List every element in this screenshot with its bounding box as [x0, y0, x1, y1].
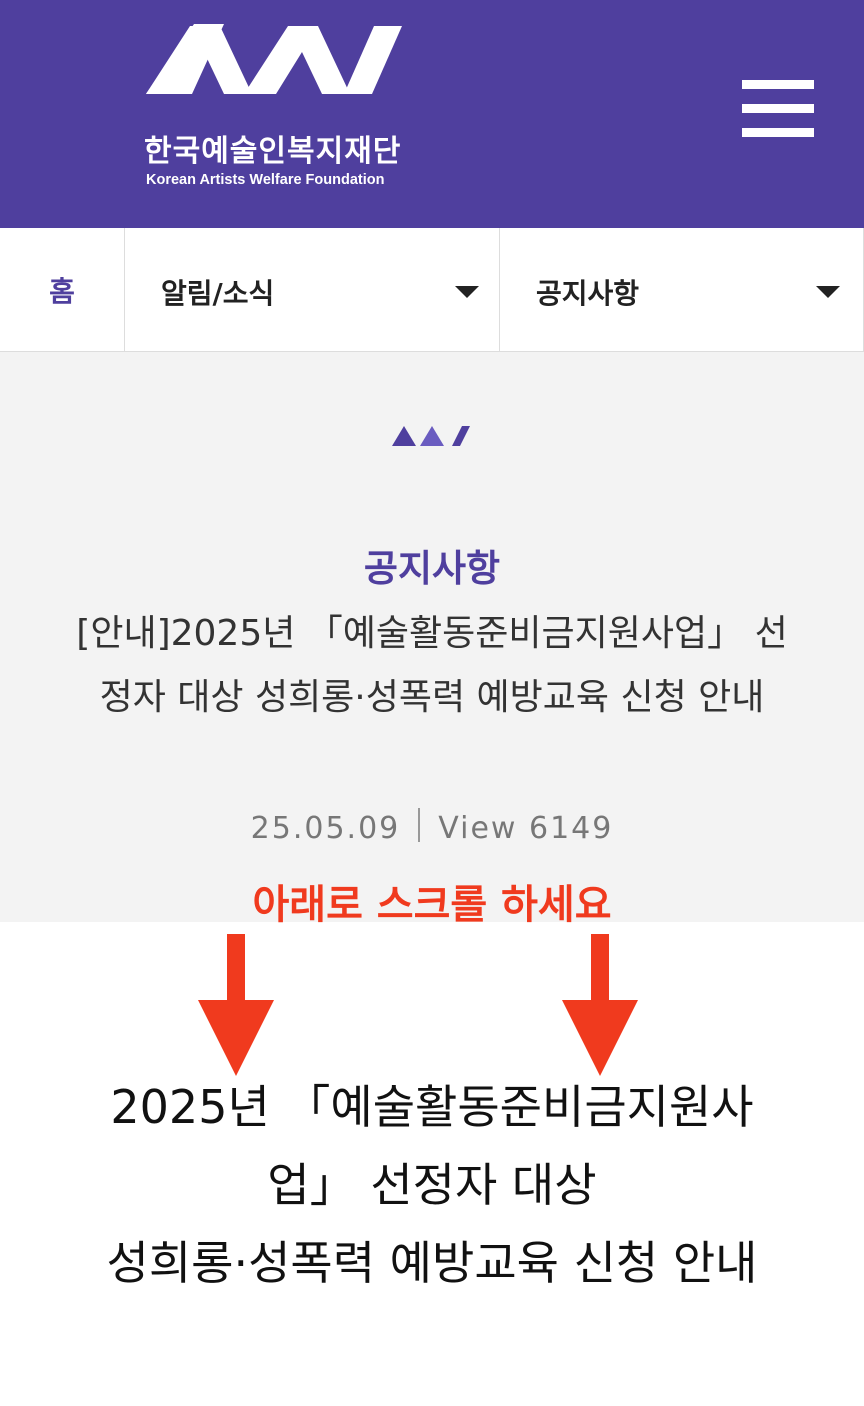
post-title: [안내]2025년 「예술활동준비금지원사업」 선정자 대상 성희롱·성폭력 예… — [76, 613, 788, 718]
kawf-logo-icon — [146, 24, 402, 94]
post-date: 25.05.09 — [250, 811, 401, 846]
mini-logo-icon — [392, 426, 470, 446]
post-body-line: 2025년 「예술활동준비금지원사 — [110, 1080, 754, 1134]
post-body-line: 성희롱·성폭력 예방교육 신청 안내 — [106, 1236, 758, 1290]
site-header: 한국예술인복지재단 Korean Artists Welfare Foundat… — [0, 0, 864, 228]
post-category: 공지사항 — [363, 547, 501, 590]
chevron-down-icon — [455, 286, 479, 298]
logo-name-korean: 한국예술인복지재단 — [144, 134, 402, 169]
scroll-hint: 아래로 스크롤 하세요 — [252, 882, 612, 928]
down-arrow-icon — [562, 934, 638, 1076]
meta-divider — [418, 808, 421, 842]
post-header: 공지사항 [안내]2025년 「예술활동준비금지원사업」 선정자 대상 성희롱·… — [0, 352, 864, 922]
breadcrumb-subcategory-label: 공지사항 — [536, 277, 640, 310]
down-arrow-icon — [198, 934, 274, 1076]
post-views: View 6149 — [438, 811, 614, 846]
hamburger-menu-icon[interactable] — [742, 80, 814, 138]
breadcrumb-category-dropdown[interactable]: 알림/소식 — [125, 228, 500, 351]
post-body-line: 업」 선정자 대상 — [267, 1158, 597, 1212]
post-body: 2025년 「예술활동준비금지원사 업」 선정자 대상 성희롱·성폭력 예방교육… — [30, 1068, 834, 1302]
breadcrumb-home[interactable]: 홈 — [0, 228, 125, 351]
breadcrumb-subcategory-dropdown[interactable]: 공지사항 — [500, 228, 864, 351]
site-logo[interactable]: 한국예술인복지재단 Korean Artists Welfare Foundat… — [144, 20, 404, 188]
logo-name-english: Korean Artists Welfare Foundation — [146, 172, 385, 188]
breadcrumb: 홈 알림/소식 공지사항 — [0, 228, 864, 352]
chevron-down-icon — [816, 286, 840, 298]
breadcrumb-category-label: 알림/소식 — [161, 277, 275, 310]
post-meta: 25.05.09 View 6149 — [0, 808, 864, 846]
